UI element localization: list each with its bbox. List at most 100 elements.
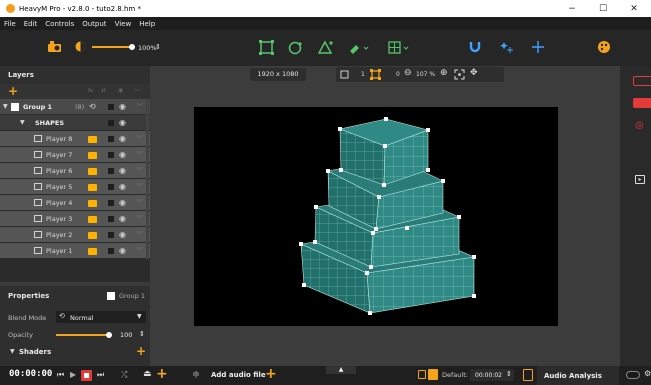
skip-back-icon[interactable]: ⏮: [57, 370, 64, 380]
layer-player-row[interactable]: Player 7 ◉ ﹀: [0, 147, 150, 163]
media-badge-icon[interactable]: [88, 152, 97, 159]
output-active-icon[interactable]: [633, 98, 651, 108]
mapped-shapes[interactable]: [194, 107, 558, 326]
layers-scrollbar[interactable]: [146, 99, 149, 259]
effects-icon[interactable]: [500, 40, 514, 54]
menu-file[interactable]: File: [4, 20, 16, 28]
zoom-value[interactable]: 107 %: [416, 71, 435, 78]
color-square[interactable]: [108, 104, 114, 110]
audio-note-icon[interactable]: [523, 369, 533, 381]
fit-icon[interactable]: [340, 70, 349, 79]
maximize-button[interactable]: ☐: [588, 0, 618, 17]
eye-icon[interactable]: ◉: [119, 166, 126, 175]
chevron-down-icon[interactable]: ﹀: [136, 102, 143, 112]
skip-forward-icon[interactable]: ⏭: [97, 370, 104, 380]
shapes-folder-row[interactable]: ▼ SHAPES ◉: [0, 115, 150, 131]
zoom-out-icon[interactable]: ⊖: [404, 68, 412, 78]
chevron-down-icon[interactable]: ﹀: [136, 214, 143, 224]
layer-player-row[interactable]: Player 5 ◉ ﹀: [0, 179, 150, 195]
media-badge-icon[interactable]: [88, 216, 97, 223]
chevron-down-icon[interactable]: ﹀: [136, 150, 143, 160]
layer-group-row[interactable]: ▼ Group 1 (8) ⟲ ◉ ﹀: [0, 99, 150, 115]
selection-frame-icon[interactable]: [370, 69, 381, 80]
brightness-value[interactable]: 100%: [138, 44, 157, 52]
tempo-icon[interactable]: ⏏: [143, 369, 152, 379]
move-icon[interactable]: ✥: [470, 68, 478, 78]
layer-action-icon[interactable]: ⇆: [88, 87, 93, 94]
opacity-stepper[interactable]: ⇕: [139, 330, 145, 338]
eye-icon[interactable]: ◉: [119, 150, 126, 159]
projector-icon[interactable]: [48, 41, 62, 53]
color-square[interactable]: [108, 184, 114, 190]
menu-output[interactable]: Output: [82, 20, 106, 28]
menu-help[interactable]: Help: [139, 20, 155, 28]
color-square[interactable]: [108, 200, 114, 206]
audio-analysis-toggle[interactable]: [626, 371, 640, 379]
chevron-down-icon[interactable]: ﹀: [136, 246, 143, 256]
group-link-icon[interactable]: ⟲: [89, 102, 96, 111]
circle-tool-icon[interactable]: [288, 40, 304, 55]
color-square[interactable]: [108, 216, 114, 222]
layer-player-row[interactable]: Player 8 ◉ ﹀: [0, 131, 150, 147]
media-badge-icon[interactable]: [88, 200, 97, 207]
eye-icon[interactable]: ◉: [119, 134, 126, 143]
crosshair-icon[interactable]: [531, 40, 545, 54]
color-square[interactable]: [108, 168, 114, 174]
color-square[interactable]: [108, 248, 114, 254]
chevron-down-icon[interactable]: ﹀: [136, 182, 143, 192]
brightness-slider[interactable]: [92, 44, 137, 50]
eye-icon[interactable]: ◉: [119, 214, 126, 223]
fullscreen-icon[interactable]: [454, 69, 465, 80]
zoom-in-icon[interactable]: ⊕: [440, 68, 448, 78]
blend-mode-select[interactable]: ⟲ Normal ▼: [56, 311, 146, 323]
projection-canvas[interactable]: [194, 107, 558, 326]
palette-icon[interactable]: [597, 40, 611, 54]
duration-stepper[interactable]: ⇕: [506, 370, 512, 378]
chevron-down-icon[interactable]: ﹀: [136, 198, 143, 208]
layer-player-row[interactable]: Player 4 ◉ ﹀: [0, 195, 150, 211]
play-screen-icon[interactable]: ▸: [635, 175, 645, 184]
color-square[interactable]: [108, 152, 114, 158]
color-square[interactable]: [108, 232, 114, 238]
eye-icon[interactable]: ◉: [119, 182, 126, 191]
minimize-button[interactable]: −: [557, 0, 587, 17]
chevron-down-icon[interactable]: ﹀: [136, 134, 143, 144]
rectangle-tool-icon[interactable]: [259, 40, 274, 55]
collapse-timeline-button[interactable]: ▲: [326, 366, 356, 374]
timer-icon[interactable]: [428, 369, 438, 380]
add-layer-icon[interactable]: +: [8, 84, 18, 99]
media-badge-icon[interactable]: [88, 136, 97, 143]
layer-player-row[interactable]: Player 6 ◉ ﹀: [0, 163, 150, 179]
collapse-arrow-icon[interactable]: ▼: [20, 119, 25, 126]
magnet-icon[interactable]: [469, 41, 481, 53]
menu-view[interactable]: View: [115, 20, 132, 28]
media-badge-icon[interactable]: [88, 248, 97, 255]
layer-player-row[interactable]: Player 2 ◉ ﹀: [0, 227, 150, 243]
play-icon[interactable]: ▶: [70, 370, 76, 379]
color-square[interactable]: [108, 136, 114, 142]
collapse-arrow-icon[interactable]: ▼: [3, 103, 8, 110]
opacity-value[interactable]: 100: [120, 331, 132, 339]
chevron-down-icon[interactable]: ﹀: [136, 166, 143, 176]
menu-edit[interactable]: Edit: [24, 20, 38, 28]
layer-action-icon[interactable]: ⇄: [101, 87, 106, 94]
collapse-arrow-icon[interactable]: ▼: [10, 348, 15, 355]
group-checkbox[interactable]: [11, 103, 19, 111]
eye-icon[interactable]: ◉: [119, 102, 126, 111]
add-shader-icon[interactable]: +: [136, 344, 146, 358]
brightness-stepper[interactable]: ⇕: [155, 43, 161, 51]
resolution-label[interactable]: 1920 x 1080: [250, 68, 306, 81]
eye-icon[interactable]: ◉: [119, 246, 126, 255]
layer-player-row[interactable]: Player 1 ◉ ﹀: [0, 243, 150, 259]
chevron-down-icon[interactable]: ﹀: [136, 230, 143, 240]
add-audio-label[interactable]: Add audio file: [211, 371, 266, 379]
output-frame-icon[interactable]: [633, 76, 651, 86]
opacity-slider[interactable]: [56, 331, 116, 339]
eye-icon[interactable]: ◉: [119, 198, 126, 207]
draw-tool-icon[interactable]: [348, 40, 370, 55]
lock-icon[interactable]: [418, 370, 426, 379]
record-settings-icon[interactable]: ◎: [635, 120, 644, 131]
color-square[interactable]: [108, 120, 114, 126]
properties-target-checkbox[interactable]: [107, 292, 115, 300]
layer-player-row[interactable]: Player 3 ◉ ﹀: [0, 211, 150, 227]
